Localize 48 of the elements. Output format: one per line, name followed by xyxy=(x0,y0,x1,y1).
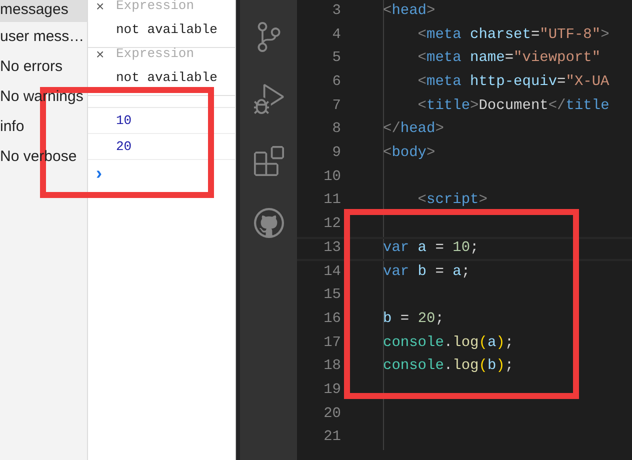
console-output: 10 xyxy=(116,112,132,130)
code-line: <title>Document</title xyxy=(416,96,610,116)
debug-icon[interactable] xyxy=(254,84,284,114)
line-number: 17 xyxy=(322,334,341,353)
code-line: var b = a; xyxy=(383,262,470,282)
line-number: 8 xyxy=(331,120,341,140)
line-number: 7 xyxy=(331,96,341,116)
sidebar-item[interactable]: info xyxy=(0,112,87,142)
line-number: 11 xyxy=(322,191,341,210)
github-icon[interactable] xyxy=(254,208,284,238)
line-number: 14 xyxy=(322,262,341,282)
code-line: console.log(b); xyxy=(383,357,514,376)
code-line: <script> xyxy=(416,191,488,210)
line-number: 20 xyxy=(322,404,341,424)
line-number: 12 xyxy=(322,215,341,234)
line-number: 16 xyxy=(322,310,341,329)
line-number: 18 xyxy=(322,357,341,376)
line-number: 4 xyxy=(331,26,341,45)
code-line: <body> xyxy=(383,144,436,164)
line-number: 10 xyxy=(322,168,341,187)
line-number: 15 xyxy=(322,286,341,306)
extensions-icon[interactable] xyxy=(254,146,284,176)
line-number: 21 xyxy=(322,428,341,448)
expression-field[interactable]: Expression xyxy=(116,0,226,16)
code-line: <head> xyxy=(383,2,436,21)
code-line: console.log(a); xyxy=(383,334,514,353)
code-line: </head> xyxy=(383,120,444,140)
code-line: b = 20; xyxy=(383,310,444,329)
close-button[interactable]: × xyxy=(96,44,116,64)
code-line: <meta charset="UTF-8"> xyxy=(416,26,610,45)
code-line: <meta http-equiv="X-UA xyxy=(416,73,610,92)
console-output: 20 xyxy=(116,138,132,156)
code-line: var a = 10; xyxy=(383,238,479,258)
line-number: 13 xyxy=(322,238,341,258)
line-number: 19 xyxy=(322,380,341,400)
sidebar-item[interactable]: messages xyxy=(0,0,87,22)
watch-value: not available xyxy=(115,21,218,39)
line-number: 3 xyxy=(331,2,341,21)
console-prompt[interactable]: › xyxy=(96,164,102,182)
sidebar-item[interactable]: user mess… xyxy=(0,22,87,52)
line-number: 9 xyxy=(331,144,341,164)
sidebar-item[interactable]: No errors xyxy=(0,52,87,82)
expression-field[interactable]: Expression xyxy=(116,44,226,64)
watch-value: not available xyxy=(115,69,218,87)
line-number: 6 xyxy=(331,73,341,92)
line-number: 5 xyxy=(331,49,341,68)
close-button[interactable]: × xyxy=(96,0,116,16)
code-line: <meta name="viewport" xyxy=(416,49,601,68)
